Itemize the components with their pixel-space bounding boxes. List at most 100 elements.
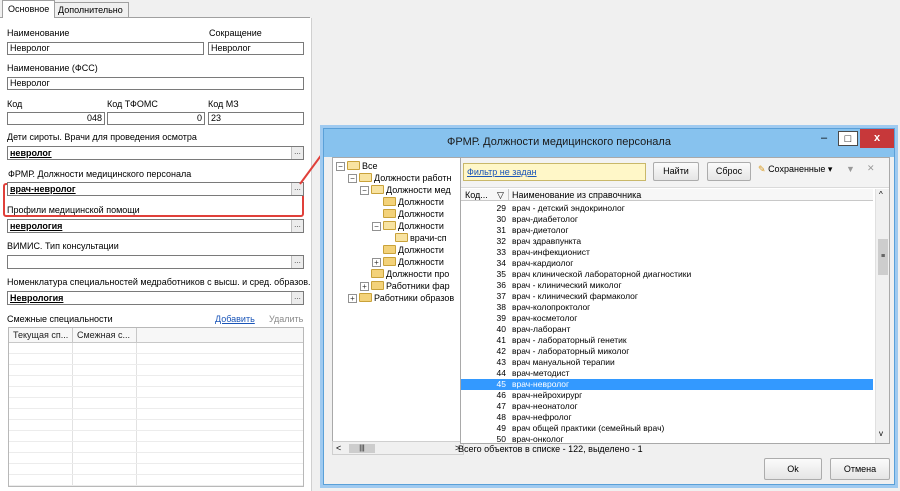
- list-item[interactable]: 31 врач-диетолог: [461, 225, 873, 236]
- dialog-titlebar[interactable]: ФРМР. Должности медицинского персонала –…: [324, 129, 894, 157]
- collapse-icon[interactable]: −: [372, 222, 381, 231]
- collapse-icon[interactable]: −: [336, 162, 345, 171]
- list-item[interactable]: 41 врач - лабораторный генетик: [461, 335, 873, 346]
- collapse-icon[interactable]: −: [348, 174, 357, 183]
- list-item[interactable]: 40 врач-лаборант: [461, 324, 873, 335]
- list-item[interactable]: 47 врач-неонатолог: [461, 401, 873, 412]
- mz-field[interactable]: 23: [208, 112, 304, 125]
- tfoms-field[interactable]: 0: [107, 112, 205, 125]
- filter-field[interactable]: Фильтр не задан: [463, 163, 646, 181]
- grid-col-current[interactable]: Текущая сп...: [9, 328, 73, 343]
- scroll-down-icon[interactable]: v: [879, 429, 883, 438]
- close-button[interactable]: x: [860, 129, 894, 148]
- grid-empty-row[interactable]: [9, 420, 303, 431]
- list-item[interactable]: 50 врач-онколог: [461, 434, 873, 443]
- name-field[interactable]: Невролог: [7, 42, 204, 55]
- list-item[interactable]: 33 врач-инфекционист: [461, 247, 873, 258]
- orphans-lookup[interactable]: невролог ...: [7, 146, 304, 160]
- minimize-button[interactable]: –: [812, 129, 836, 148]
- grid-empty-row[interactable]: [9, 453, 303, 464]
- scroll-up-icon[interactable]: ^: [879, 190, 883, 199]
- list-item-selected[interactable]: 45 врач-невролог: [461, 379, 873, 390]
- expand-icon[interactable]: +: [348, 294, 357, 303]
- scroll-thumb[interactable]: |||: [349, 444, 375, 453]
- profile-lookup-button[interactable]: ...: [291, 220, 303, 232]
- scroll-left-icon[interactable]: <: [336, 443, 341, 453]
- abbr-field[interactable]: Невролог: [208, 42, 304, 55]
- grid-empty-row[interactable]: [9, 354, 303, 365]
- category-tree[interactable]: − Все − Должности работн − Должности мед До…: [332, 157, 464, 454]
- list-item[interactable]: 30 врач-диабетолог: [461, 214, 873, 225]
- list-item[interactable]: 34 врач-кардиолог: [461, 258, 873, 269]
- list-item[interactable]: 39 врач-косметолог: [461, 313, 873, 324]
- tree-node[interactable]: Должности: [383, 208, 444, 220]
- list-item[interactable]: 43 врач мануальной терапии: [461, 357, 873, 368]
- grid-empty-row[interactable]: [9, 387, 303, 398]
- tree-node[interactable]: Должности про: [371, 268, 449, 280]
- scroll-thumb[interactable]: ≡: [878, 239, 888, 275]
- code-field[interactable]: 048: [7, 112, 105, 125]
- col-code[interactable]: Код...: [465, 189, 488, 201]
- tree-node[interactable]: + Работники фар: [360, 280, 450, 292]
- ok-button[interactable]: Ok: [764, 458, 822, 480]
- related-grid[interactable]: Текущая сп... Смежная с...: [8, 327, 304, 487]
- reset-button[interactable]: Сброс: [707, 162, 751, 181]
- list-item[interactable]: 49 врач общей практики (семейный врач): [461, 423, 873, 434]
- add-related-link[interactable]: Добавить: [215, 314, 255, 324]
- list-item[interactable]: 32 врач здравпункта: [461, 236, 873, 247]
- item-code: 35: [496, 269, 506, 279]
- grid-empty-row[interactable]: [9, 398, 303, 409]
- tree-node[interactable]: + Должности: [372, 256, 444, 268]
- grid-col-related[interactable]: Смежная с...: [73, 328, 137, 343]
- grid-empty-row[interactable]: [9, 442, 303, 453]
- tree-node[interactable]: − Все: [336, 160, 378, 172]
- clear-filter-icon[interactable]: ✕: [867, 163, 875, 174]
- grid-empty-row[interactable]: [9, 475, 303, 486]
- grid-empty-row[interactable]: [9, 376, 303, 387]
- list-vertical-scrollbar[interactable]: ^ ≡ v: [875, 189, 889, 443]
- nomen-lookup[interactable]: Неврология ...: [7, 291, 304, 305]
- expand-icon[interactable]: +: [372, 258, 381, 267]
- list-item[interactable]: 37 врач - клинический фармаколог: [461, 291, 873, 302]
- tree-node[interactable]: Должности: [383, 244, 444, 256]
- tree-node[interactable]: Должности: [383, 196, 444, 208]
- find-button[interactable]: Найти: [653, 162, 699, 181]
- list-item[interactable]: 29 врач - детский эндокринолог: [461, 203, 873, 214]
- tree-node[interactable]: − Должности работн: [348, 172, 451, 184]
- tab-additional[interactable]: Дополнительно: [52, 2, 129, 18]
- nomen-lookup-button[interactable]: ...: [291, 292, 303, 304]
- frmr-lookup[interactable]: врач-невролог ...: [7, 182, 304, 196]
- frmr-dialog: ФРМР. Должности медицинского персонала –…: [323, 128, 895, 485]
- delete-related-link[interactable]: Удалить: [269, 314, 303, 324]
- grid-empty-row[interactable]: [9, 409, 303, 420]
- filter-column-icon[interactable]: ▽: [497, 189, 504, 201]
- saved-filters-button[interactable]: ✎ Сохраненные ▾: [758, 164, 832, 175]
- grid-empty-row[interactable]: [9, 464, 303, 475]
- tree-horizontal-scrollbar[interactable]: < ||| >: [332, 441, 464, 455]
- fss-field[interactable]: Невролог: [7, 77, 304, 90]
- profile-lookup[interactable]: неврология ...: [7, 219, 304, 233]
- tree-node[interactable]: + Работники образов: [348, 292, 454, 304]
- cancel-button[interactable]: Отмена: [830, 458, 890, 480]
- tree-node-selected[interactable]: врачи-сп: [395, 232, 447, 244]
- expand-icon[interactable]: +: [360, 282, 369, 291]
- grid-empty-row[interactable]: [9, 365, 303, 376]
- maximize-button[interactable]: □: [838, 131, 858, 146]
- list-item[interactable]: 36 врач - клинический миколог: [461, 280, 873, 291]
- grid-empty-row[interactable]: [9, 343, 303, 354]
- collapse-icon[interactable]: −: [360, 186, 369, 195]
- filter-config-icon[interactable]: ▼: [846, 164, 855, 174]
- vimis-lookup[interactable]: ...: [7, 255, 304, 269]
- vimis-lookup-button[interactable]: ...: [291, 256, 303, 268]
- list-item[interactable]: 38 врач-колопроктолог: [461, 302, 873, 313]
- tab-main[interactable]: Основное: [2, 0, 56, 18]
- list-item[interactable]: 42 врач - лабораторный миколог: [461, 346, 873, 357]
- list-item[interactable]: 44 врач-методист: [461, 368, 873, 379]
- col-name[interactable]: Наименование из справочника: [512, 189, 641, 201]
- list-item[interactable]: 48 врач-нефролог: [461, 412, 873, 423]
- list-item[interactable]: 46 врач-нейрохирург: [461, 390, 873, 401]
- tree-node[interactable]: − Должности: [372, 220, 444, 232]
- grid-empty-row[interactable]: [9, 431, 303, 442]
- tree-node[interactable]: − Должности мед: [360, 184, 451, 196]
- list-item[interactable]: 35 врач клинической лабораторной диагност…: [461, 269, 873, 280]
